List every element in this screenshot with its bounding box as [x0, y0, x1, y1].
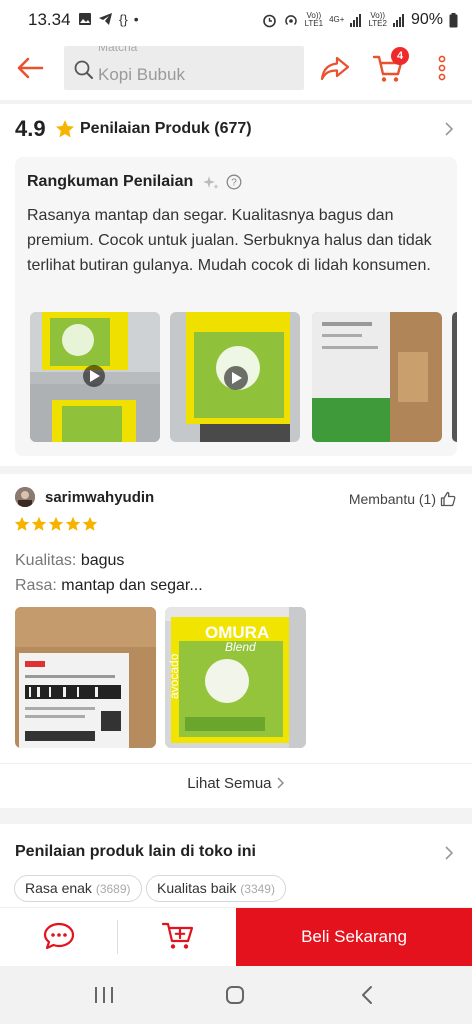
bottom-action-bar: Beli Sekarang	[0, 907, 472, 966]
taste-value: mantap dan segar...	[61, 577, 203, 594]
rating-title: Penilaian Produk (677)	[80, 120, 252, 137]
notification-icons: {} •	[78, 11, 139, 27]
status-bar: 13.34 {} • Vo)) LTE1 4G+ Vo)) LTE2 90%	[0, 0, 472, 40]
add-to-cart-icon[interactable]	[161, 921, 195, 951]
chip-label: Kualitas baik	[157, 880, 237, 896]
taste-line: Rasa: mantap dan segar...	[15, 577, 203, 595]
top-header: Matcha Kopi Bubuk 4	[0, 40, 472, 100]
star-icon	[65, 516, 81, 531]
star-icon	[14, 516, 30, 531]
divider	[0, 466, 472, 474]
summary-text: Rasanya mantap dan segar. Kualitasnya ba…	[27, 207, 432, 274]
review-image-2[interactable]: OMURA Blend avocado	[165, 607, 306, 748]
quality-value: bagus	[80, 552, 125, 569]
chip-label: Rasa enak	[25, 880, 92, 896]
helpful-label: Membantu (1)	[348, 491, 436, 507]
more-menu-icon[interactable]	[438, 55, 446, 81]
back-arrow-icon[interactable]	[16, 56, 44, 80]
hotspot-icon	[284, 14, 297, 25]
package-label-image	[15, 607, 156, 748]
brackets-icon: {}	[119, 11, 128, 27]
sim2-label: Vo)) LTE2	[368, 11, 387, 28]
other-reviews-title: Penilaian produk lain di toko ini	[15, 843, 256, 860]
user-avatar-image	[15, 487, 35, 507]
rating-score: 4.9	[15, 116, 46, 141]
see-all-label: Lihat Semua	[187, 775, 272, 792]
star-icon	[56, 120, 74, 138]
status-time: 13.34	[28, 10, 71, 29]
signal-icon	[350, 13, 362, 27]
star-icon	[82, 516, 98, 531]
chevron-right-icon	[445, 846, 454, 860]
summary-video-thumb-1[interactable]	[30, 312, 160, 442]
star-icon	[48, 516, 64, 531]
back-nav-icon[interactable]	[361, 985, 373, 1005]
chat-icon[interactable]	[43, 922, 75, 950]
gallery-icon	[79, 13, 91, 25]
divider	[117, 920, 118, 954]
recent-apps-icon[interactable]	[94, 986, 114, 1004]
reviewer-name: sarimwahyudin	[45, 489, 155, 506]
thumbs-up-icon	[440, 491, 456, 507]
search-placeholder: Kopi Bubuk	[98, 65, 185, 84]
chevron-right-icon	[277, 777, 284, 789]
home-icon[interactable]	[225, 985, 245, 1005]
battery-percent: 90%	[410, 11, 443, 28]
system-nav-bar	[0, 966, 472, 1024]
product-pack-image	[30, 312, 160, 442]
alarm-icon	[262, 14, 276, 27]
system-icons: Vo)) LTE1 4G+ Vo)) LTE2 90%	[262, 11, 458, 29]
product-pack-image	[170, 312, 300, 442]
chip-count: (3349)	[240, 882, 275, 896]
chip-rasa-enak[interactable]: Rasa enak (3689)	[14, 875, 142, 902]
summary-image-thumb-4[interactable]	[452, 312, 457, 442]
search-bar[interactable]: Matcha Kopi Bubuk	[64, 46, 304, 90]
review-stars	[14, 516, 98, 532]
svg-text:?: ?	[231, 178, 237, 189]
sim1-label: Vo)) LTE1	[304, 11, 324, 28]
quality-key: Kualitas:	[15, 552, 77, 569]
review-image-1[interactable]	[15, 607, 156, 748]
chevron-right-icon	[445, 122, 454, 136]
chip-count: (3689)	[95, 882, 131, 896]
chip-kualitas-baik[interactable]: Kualitas baik (3349)	[146, 875, 286, 902]
star-icon	[31, 516, 47, 531]
sparkle-icon	[203, 176, 219, 190]
taste-key: Rasa:	[15, 577, 57, 594]
buy-now-button[interactable]: Beli Sekarang	[236, 908, 472, 966]
package-image	[312, 312, 442, 442]
share-icon[interactable]	[320, 55, 350, 81]
telegram-icon	[99, 13, 112, 25]
cart-badge: 4	[391, 47, 409, 65]
product-sub: Blend	[225, 640, 256, 654]
avatar[interactable]	[15, 487, 35, 507]
divider	[0, 763, 472, 764]
product-flavor: avocado	[167, 653, 181, 699]
helpful-button[interactable]: Membantu (1)	[349, 491, 456, 507]
search-previous-text: Matcha	[98, 46, 138, 54]
search-icon	[74, 60, 93, 79]
package-image	[452, 312, 457, 442]
divider	[0, 808, 472, 824]
summary-video-thumb-2[interactable]	[170, 312, 300, 442]
battery-icon	[449, 12, 458, 27]
other-reviews-header[interactable]: Penilaian produk lain di toko ini	[0, 828, 472, 868]
dot-icon: •	[133, 11, 139, 27]
summary-image-thumb-3[interactable]	[312, 312, 442, 442]
info-icon[interactable]: ?	[226, 174, 242, 190]
quality-line: Kualitas: bagus	[15, 552, 124, 570]
rating-summary-card: Rangkuman Penilaian ? Rasanya mantap dan…	[15, 157, 457, 456]
rating-header[interactable]: 4.9 Penilaian Produk (677)	[0, 104, 472, 152]
network-label: 4G+	[329, 15, 345, 24]
signal-icon-2	[392, 13, 404, 27]
see-all-button[interactable]: Lihat Semua	[0, 775, 472, 792]
summary-title: Rangkuman Penilaian	[27, 173, 194, 190]
